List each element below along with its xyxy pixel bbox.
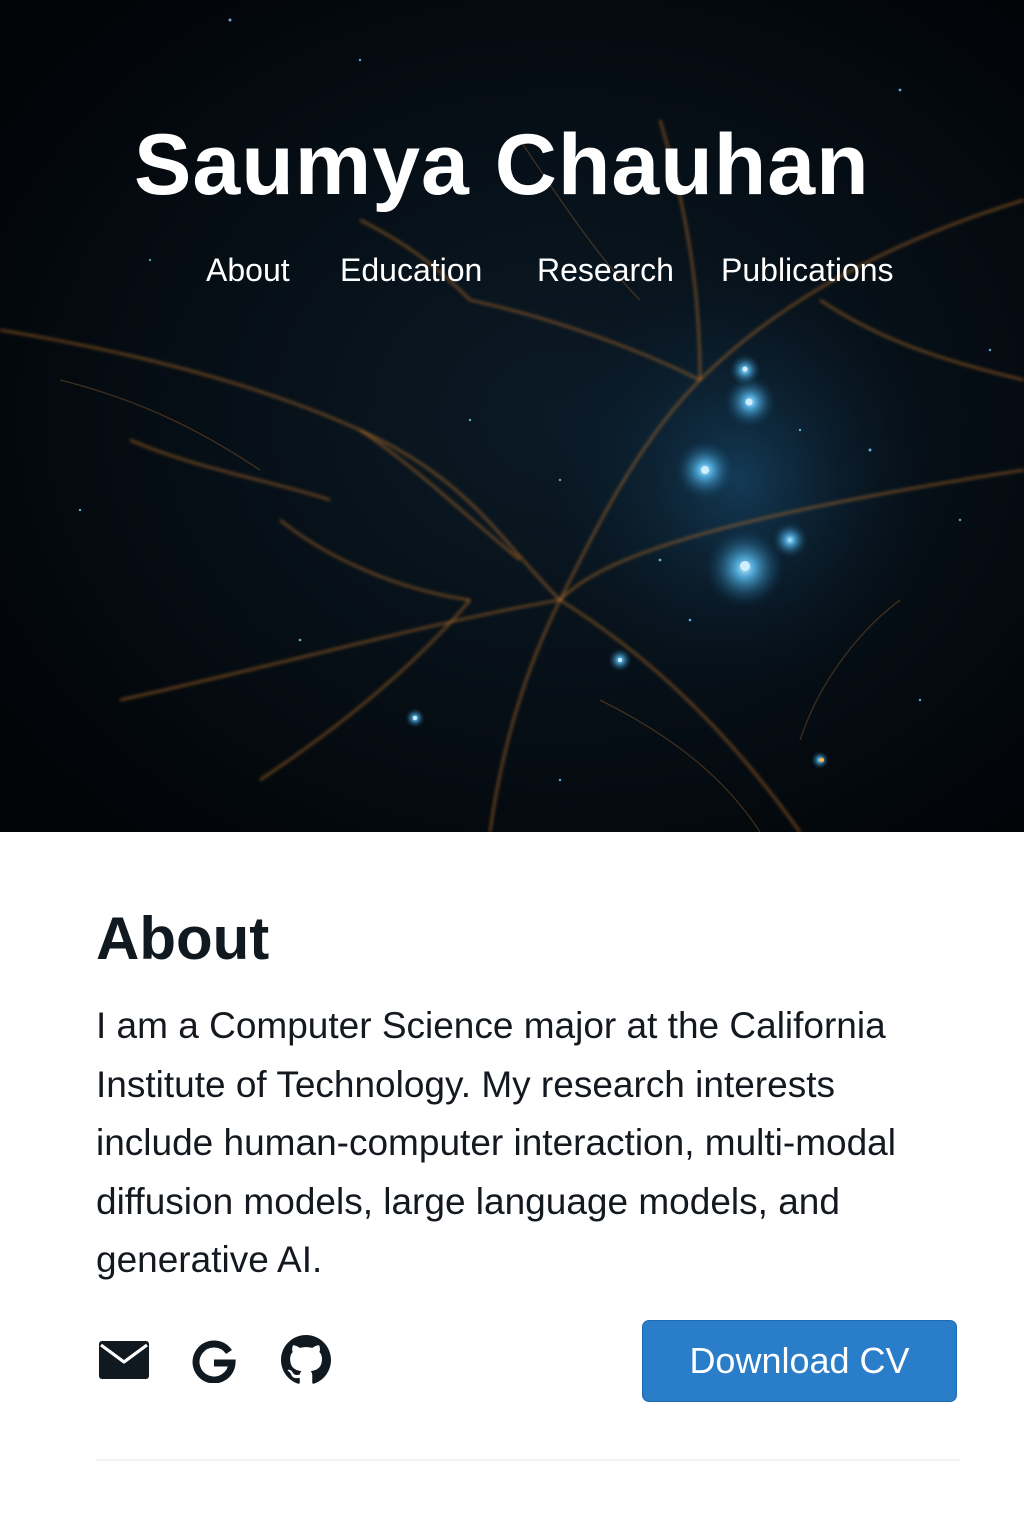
google-icon[interactable] <box>186 1332 242 1388</box>
site-title: Saumya Chauhan <box>134 117 870 213</box>
main-nav: About Education Research Publications <box>0 250 1024 294</box>
social-links <box>96 1332 396 1392</box>
github-icon[interactable] <box>278 1332 334 1388</box>
nav-link-research[interactable]: Research <box>537 250 674 290</box>
nav-link-publications[interactable]: Publications <box>721 250 894 290</box>
section-divider <box>96 1459 960 1461</box>
hero-banner: Saumya Chauhan About Education Research … <box>0 0 1024 832</box>
about-heading: About <box>96 905 270 972</box>
nav-link-about[interactable]: About <box>206 250 290 290</box>
about-bio: I am a Computer Science major at the Cal… <box>96 1005 896 1280</box>
download-cv-button[interactable]: Download CV <box>642 1320 957 1402</box>
nav-link-education[interactable]: Education <box>340 250 482 290</box>
mail-icon[interactable] <box>96 1332 152 1388</box>
